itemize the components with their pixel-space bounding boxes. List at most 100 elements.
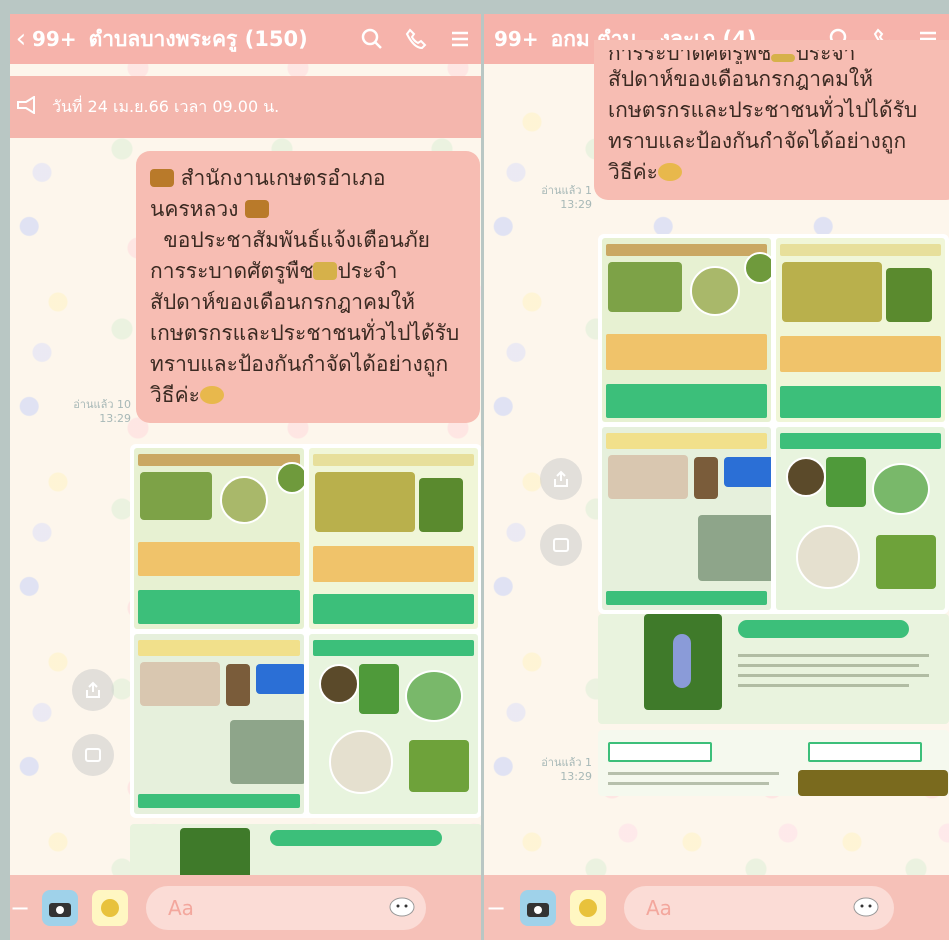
photo xyxy=(826,456,866,507)
photo xyxy=(230,719,304,784)
photo xyxy=(404,669,463,722)
megaphone-icon xyxy=(245,200,270,218)
chat-pane-right: 99+ อกม ตำบ...งละเภ (4) การระบาดศัตรูพืช… xyxy=(484,14,949,940)
message-bubble[interactable]: การระบาดศัตรูพืช ประจำ สัปดาห์ของเดือนกรก… xyxy=(594,40,949,200)
corn-icon xyxy=(313,262,338,280)
message-time: 13:29 xyxy=(560,770,592,783)
emoji-icon[interactable] xyxy=(388,893,416,922)
message-input[interactable]: Aa xyxy=(146,885,426,930)
poster-banner xyxy=(608,742,712,762)
photo xyxy=(358,663,399,714)
poster-banner xyxy=(780,244,941,256)
save-icon[interactable] xyxy=(72,734,114,776)
emoji-icon[interactable] xyxy=(852,893,880,922)
pray-icon xyxy=(199,386,224,404)
photo xyxy=(886,268,932,322)
photo xyxy=(876,534,936,589)
photo xyxy=(318,663,359,704)
menu-icon[interactable] xyxy=(447,26,473,52)
poster-image[interactable] xyxy=(602,238,771,422)
poster-image[interactable] xyxy=(602,426,771,610)
announcement-bar[interactable]: วันที่ 24 เม.ย.66 เวลา 09.00 น. xyxy=(10,76,481,138)
plus-icon[interactable]: − xyxy=(486,894,506,922)
poster-image[interactable] xyxy=(308,448,478,629)
message-line: ประจำ xyxy=(337,259,398,283)
message-line: สัปดาห์ของเดือนกรกฎาคมให้ xyxy=(150,290,416,314)
unread-count[interactable]: 99+ xyxy=(32,27,77,51)
message-line: การระบาดศัตรูพืช xyxy=(608,50,772,64)
image-collage[interactable] xyxy=(130,444,481,818)
photo xyxy=(744,252,771,284)
message-bubble[interactable]: สำนักงานเกษตรอำเภอ นครหลวง ขอประชาสัมพัน… xyxy=(136,151,480,423)
poster-banner xyxy=(780,432,941,449)
photo xyxy=(408,739,469,792)
poster-image[interactable] xyxy=(776,238,945,422)
camera-sticker-icon[interactable] xyxy=(42,889,78,926)
message-line: เกษตรกรและประชาชนทั่วไปได้รับ xyxy=(608,98,918,122)
photo xyxy=(872,462,930,515)
plus-icon[interactable]: − xyxy=(10,894,30,922)
input-bar: − Aa xyxy=(10,875,481,940)
message-time: 13:29 xyxy=(560,198,592,211)
message-line: ทราบและป้องกันกำจัดได้อย่างถูก xyxy=(150,352,449,376)
megaphone-icon xyxy=(150,169,174,187)
poster-text xyxy=(608,782,769,785)
message-line: วิธีค่ะ xyxy=(150,383,200,407)
poster-image[interactable] xyxy=(598,730,949,796)
poster-textblock xyxy=(780,386,941,418)
message-time: 13:29 xyxy=(99,412,131,425)
phone-icon[interactable] xyxy=(403,26,429,52)
photo xyxy=(698,514,771,581)
poster-textblock xyxy=(606,590,767,605)
read-count: อ่านแล้ว 1 xyxy=(541,756,592,769)
poster-text xyxy=(738,684,909,687)
poster-textblock xyxy=(138,793,300,808)
save-icon[interactable] xyxy=(540,524,582,566)
photo xyxy=(226,663,250,706)
poster-banner xyxy=(312,454,474,466)
poster-image[interactable] xyxy=(598,614,949,724)
poster-image[interactable] xyxy=(308,633,478,814)
search-icon[interactable] xyxy=(359,26,385,52)
photo xyxy=(276,462,304,494)
poster-banner xyxy=(312,639,474,656)
sticker-icon[interactable] xyxy=(570,889,606,926)
chat-title[interactable]: ตำบลบางพระครู (150) xyxy=(89,23,308,56)
share-icon[interactable] xyxy=(540,458,582,500)
poster-banner xyxy=(808,742,922,762)
input-bar: − Aa xyxy=(484,875,949,940)
poster-banner xyxy=(738,620,909,638)
poster-image[interactable] xyxy=(134,633,304,814)
announcement-text: วันที่ 24 เม.ย.66 เวลา 09.00 น. xyxy=(52,96,280,116)
poster-banner xyxy=(138,639,300,656)
photo xyxy=(798,770,948,796)
photo xyxy=(786,456,826,497)
message-line: สำนักงานเกษตรอำเภอ xyxy=(180,166,386,190)
poster-banner xyxy=(270,830,442,846)
read-count: อ่านแล้ว 10 xyxy=(73,398,131,411)
poster-image[interactable] xyxy=(134,448,304,629)
photo xyxy=(256,663,304,694)
image-collage[interactable] xyxy=(598,234,949,614)
sticker-icon[interactable] xyxy=(92,889,128,926)
photo xyxy=(724,456,771,487)
poster-textblock xyxy=(780,336,941,372)
photo xyxy=(314,472,415,532)
message-line: วิธีค่ะ xyxy=(608,160,658,184)
share-icon[interactable] xyxy=(72,669,114,711)
message-input[interactable]: Aa xyxy=(624,885,894,930)
poster-banner xyxy=(606,244,767,256)
input-placeholder: Aa xyxy=(646,895,672,920)
camera-sticker-icon[interactable] xyxy=(520,889,556,926)
chat-pane-left: ‹ 99+ ตำบลบางพระครู (150) วันที่ 24 เม.ย… xyxy=(10,14,481,940)
poster-image[interactable] xyxy=(776,426,945,610)
photo xyxy=(690,266,740,316)
message-line: ประจำ xyxy=(795,50,856,64)
back-chevron-icon[interactable]: ‹ xyxy=(12,26,30,52)
message-line: ขอประชาสัมพันธ์แจ้งเตือนภัย xyxy=(163,228,430,252)
photo xyxy=(220,476,268,524)
poster-textblock xyxy=(312,594,474,624)
message-line: เกษตรกรและประชาชนทั่วไปได้รับ xyxy=(150,321,460,345)
unread-count[interactable]: 99+ xyxy=(494,27,539,51)
read-receipt: อ่านแล้ว 10 13:29 xyxy=(55,398,131,426)
